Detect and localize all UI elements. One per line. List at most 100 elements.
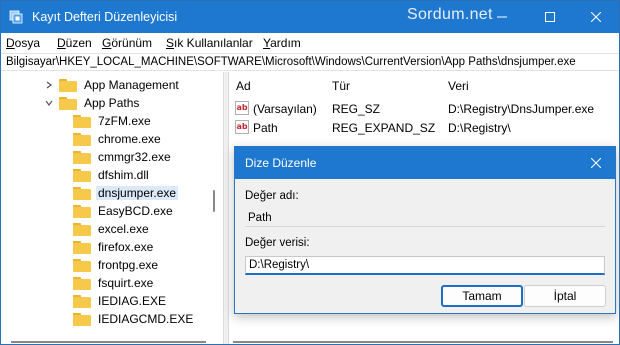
tree-item-label: App Management bbox=[84, 78, 179, 92]
tree-item[interactable]: dfshim.dll bbox=[73, 166, 151, 184]
value-row[interactable]: ab Path REG_EXPAND_SZ D:\Registry\ bbox=[229, 117, 619, 137]
chevron-down-icon[interactable] bbox=[43, 97, 55, 109]
menu-favorites-mnemonic: S bbox=[166, 36, 175, 50]
tree-vertical-scrollbar[interactable] bbox=[211, 72, 217, 344]
column-header-data[interactable]: Veri bbox=[448, 79, 469, 93]
key-tree[interactable]: App Management App Paths 7zFM.exe chrome… bbox=[1, 72, 223, 344]
dialog-title-bar[interactable]: Dize Düzenle bbox=[235, 147, 615, 179]
tree-horizontal-scrollbar[interactable] bbox=[1, 337, 223, 344]
folder-icon bbox=[73, 186, 91, 200]
menu-edit-label: üzen bbox=[65, 36, 92, 50]
tree-item[interactable]: firefox.exe bbox=[73, 238, 155, 256]
dialog-close-button[interactable] bbox=[585, 153, 607, 173]
tree-item-label: cmmgr32.exe bbox=[98, 150, 171, 164]
ok-button[interactable]: Tamam bbox=[441, 285, 523, 307]
maximize-button[interactable] bbox=[527, 1, 573, 33]
value-data-label: Değer verisi: bbox=[245, 237, 310, 249]
menu-file[interactable]: Dosya bbox=[6, 36, 40, 50]
tree-item-selected[interactable]: dnsjumper.exe bbox=[73, 184, 179, 202]
folder-icon bbox=[73, 222, 91, 236]
value-data-input[interactable]: D:\Registry\ bbox=[245, 256, 605, 275]
menu-view-mnemonic: G bbox=[102, 36, 112, 50]
tree-item-label: excel.exe bbox=[98, 222, 149, 236]
folder-icon bbox=[73, 276, 91, 290]
folder-icon bbox=[73, 168, 91, 182]
address-bar[interactable]: Bilgisayar\HKEY_LOCAL_MACHINE\SOFTWARE\M… bbox=[1, 53, 619, 71]
menu-favorites-label: ık Kullanılanlar bbox=[174, 36, 253, 50]
minimize-icon bbox=[497, 16, 507, 18]
dialog-title: Dize Düzenle bbox=[245, 156, 317, 170]
menu-view-label: örünüm bbox=[111, 36, 153, 50]
folder-icon bbox=[73, 204, 91, 218]
cancel-button[interactable]: İptal bbox=[524, 285, 606, 307]
tree-item[interactable]: fsquirt.exe bbox=[73, 274, 155, 292]
window-title: Kayıt Defteri Düzenleyicisi bbox=[32, 10, 178, 24]
tree-item-label: dnsjumper.exe bbox=[96, 186, 179, 200]
scroll-thumb[interactable] bbox=[11, 341, 206, 343]
tree-item-label: IEDIAGCMD.EXE bbox=[98, 312, 194, 326]
close-icon bbox=[591, 12, 601, 22]
tree-item[interactable]: 7zFM.exe bbox=[73, 112, 153, 130]
folder-icon bbox=[73, 240, 91, 254]
address-path[interactable]: Bilgisayar\HKEY_LOCAL_MACHINE\SOFTWARE\M… bbox=[6, 56, 576, 68]
values-horizontal-scrollbar[interactable] bbox=[229, 337, 619, 344]
menu-bar: Dosya Düzen Görünüm Sık Kullanılanlar Ya… bbox=[1, 33, 619, 53]
tree-item-label: IEDIAG.EXE bbox=[98, 294, 167, 308]
menu-file-mnemonic: D bbox=[6, 36, 15, 50]
value-type: REG_SZ bbox=[332, 102, 381, 116]
regedit-app-icon bbox=[9, 10, 23, 24]
menu-help[interactable]: Yardım bbox=[263, 36, 301, 50]
menu-favorites[interactable]: Sık Kullanılanlar bbox=[166, 36, 253, 50]
tree-item[interactable]: excel.exe bbox=[73, 220, 151, 238]
value-data: D:\Registry\ bbox=[448, 121, 511, 135]
value-name-label: Değer adı: bbox=[245, 190, 299, 202]
tree-item[interactable]: frontpg.exe bbox=[73, 256, 160, 274]
tree-item-label: dfshim.dll bbox=[98, 168, 149, 182]
folder-icon bbox=[73, 258, 91, 272]
tree-item-label: firefox.exe bbox=[98, 240, 154, 254]
tree-item-label: App Paths bbox=[84, 96, 140, 110]
close-button[interactable] bbox=[573, 1, 619, 33]
folder-icon bbox=[73, 294, 91, 308]
tree-item-label: EasyBCD.exe bbox=[98, 204, 173, 218]
tree-item-label: fsquirt.exe bbox=[98, 276, 154, 290]
value-data: D:\Registry\DnsJumper.exe bbox=[448, 102, 595, 116]
string-value-icon: ab bbox=[235, 120, 249, 134]
value-row[interactable]: ab (Varsayılan) REG_SZ D:\Registry\DnsJu… bbox=[229, 98, 619, 118]
value-name: (Varsayılan) bbox=[253, 102, 317, 116]
string-value-icon: ab bbox=[235, 101, 249, 115]
value-type: REG_EXPAND_SZ bbox=[332, 121, 436, 135]
menu-edit-mnemonic: D bbox=[57, 36, 66, 50]
folder-icon bbox=[73, 132, 91, 146]
tree-item-label: 7zFM.exe bbox=[98, 114, 151, 128]
close-icon bbox=[591, 158, 601, 168]
tree-item-label: frontpg.exe bbox=[98, 258, 159, 272]
folder-open-icon bbox=[59, 96, 77, 110]
scroll-thumb[interactable] bbox=[213, 190, 215, 212]
menu-file-label: osya bbox=[14, 36, 41, 50]
value-name: Path bbox=[253, 121, 278, 135]
folder-icon bbox=[59, 78, 77, 92]
menu-help-label: ardım bbox=[270, 36, 301, 50]
tree-item[interactable]: EasyBCD.exe bbox=[73, 202, 175, 220]
column-header-type[interactable]: Tür bbox=[332, 79, 350, 93]
tree-item-app-management[interactable]: App Management bbox=[43, 76, 181, 94]
tree-item[interactable]: IEDIAGCMD.EXE bbox=[73, 310, 195, 328]
tree-item[interactable]: IEDIAG.EXE bbox=[73, 292, 168, 310]
minimize-button[interactable] bbox=[479, 1, 525, 33]
chevron-right-icon[interactable] bbox=[43, 79, 55, 91]
tree-item-app-paths[interactable]: App Paths bbox=[43, 94, 141, 112]
menu-view[interactable]: Görünüm bbox=[102, 36, 152, 50]
tree-item[interactable]: chrome.exe bbox=[73, 130, 163, 148]
tree-item[interactable]: cmmgr32.exe bbox=[73, 148, 173, 166]
scroll-thumb[interactable] bbox=[233, 341, 613, 343]
folder-icon bbox=[73, 312, 91, 326]
edit-string-dialog: Dize Düzenle Değer adı: Path Değer veris… bbox=[234, 146, 616, 314]
folder-icon bbox=[73, 150, 91, 164]
folder-icon bbox=[73, 114, 91, 128]
title-bar[interactable]: Kayıt Defteri Düzenleyicisi Sordum.net bbox=[1, 1, 619, 33]
menu-edit[interactable]: Düzen bbox=[57, 36, 92, 50]
value-name-field: Path bbox=[245, 209, 605, 227]
tree-item-label: chrome.exe bbox=[98, 132, 161, 146]
column-header-name[interactable]: Ad bbox=[236, 79, 251, 93]
